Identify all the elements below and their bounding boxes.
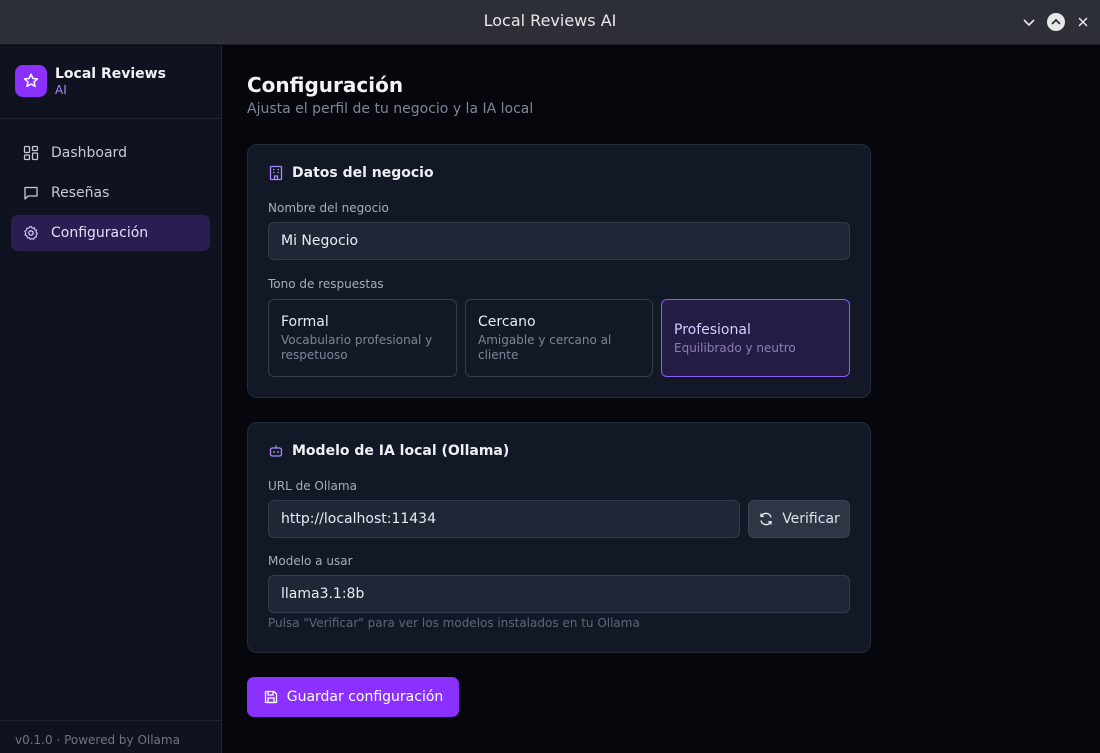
gear-icon [23, 225, 39, 241]
bot-icon [268, 443, 284, 459]
window-title: Local Reviews AI [483, 11, 617, 30]
tone-description: Amigable y cercano al cliente [478, 333, 612, 362]
sidebar-item-configuracion[interactable]: Configuración [11, 215, 210, 251]
star-icon [23, 73, 39, 88]
chevron-down-icon [1023, 19, 1035, 27]
message-icon [23, 185, 39, 201]
brand: Local Reviews AI [15, 65, 166, 97]
save-label: Guardar configuración [286, 689, 444, 705]
version-footer: v0.1.0 · Powered by Ollama [15, 733, 180, 747]
brand-subtitle: AI [55, 83, 67, 97]
tone-description: Vocabulario profesional y respetuoso [281, 333, 433, 362]
sidebar-item-label: Configuración [51, 225, 149, 241]
brand-logo [15, 65, 47, 97]
close-icon [1078, 17, 1088, 27]
tone-description: Equilibrado y neutro [674, 341, 796, 355]
model-card-header: Modelo de IA local (Ollama) [268, 443, 509, 459]
sidebar-item-label: Dashboard [51, 145, 127, 161]
ollama-url-label: URL de Ollama [268, 479, 357, 493]
model-label: Modelo a usar [268, 554, 353, 568]
divider [0, 118, 221, 119]
window-titlebar: Local Reviews AI [0, 0, 1100, 45]
dashboard-icon [23, 145, 39, 161]
divider [0, 720, 221, 721]
sidebar: Local Reviews AI Dashboard Reseñas Confi… [0, 46, 222, 753]
business-name-label: Nombre del negocio [268, 201, 389, 215]
verify-button[interactable]: Verificar [748, 500, 850, 538]
refresh-icon [758, 511, 774, 527]
minimize-button[interactable] [1019, 12, 1039, 32]
business-card: Datos del negocio Nombre del negocio Mi … [247, 144, 871, 398]
sidebar-item-dashboard[interactable]: Dashboard [11, 135, 210, 171]
sidebar-item-resenas[interactable]: Reseñas [11, 175, 210, 211]
card-title: Modelo de IA local (Ollama) [292, 443, 510, 459]
building-icon [268, 165, 284, 181]
maximize-button[interactable] [1046, 12, 1066, 32]
close-button[interactable] [1073, 12, 1093, 32]
model-select[interactable]: llama3.1:8b [268, 575, 850, 613]
verify-label: Verificar [782, 511, 840, 527]
tone-label: Tono de respuestas [268, 277, 384, 291]
page-subtitle: Ajusta el perfil de tu negocio y la IA l… [247, 101, 534, 117]
page-title: Configuración [247, 73, 404, 97]
save-button[interactable]: Guardar configuración [247, 677, 459, 717]
business-card-header: Datos del negocio [268, 165, 434, 181]
tone-name: Formal [281, 314, 329, 330]
tone-name: Cercano [478, 314, 536, 330]
tone-name: Profesional [674, 322, 751, 338]
tone-option-profesional[interactable]: Profesional Equilibrado y neutro [661, 299, 850, 377]
tone-option-cercano[interactable]: Cercano Amigable y cercano al cliente [465, 299, 653, 377]
brand-name: Local Reviews [55, 66, 166, 82]
model-card: Modelo de IA local (Ollama) URL de Ollam… [247, 422, 871, 653]
sidebar-nav: Dashboard Reseñas Configuración [11, 135, 210, 255]
card-title: Datos del negocio [292, 165, 434, 181]
save-icon [263, 689, 279, 705]
business-name-input[interactable]: Mi Negocio [268, 222, 850, 260]
model-hint: Pulsa "Verificar" para ver los modelos i… [268, 616, 640, 630]
tone-option-formal[interactable]: Formal Vocabulario profesional y respetu… [268, 299, 457, 377]
chevron-up-icon [1051, 18, 1061, 25]
sidebar-item-label: Reseñas [51, 185, 110, 201]
ollama-url-input[interactable]: http://localhost:11434 [268, 500, 740, 538]
